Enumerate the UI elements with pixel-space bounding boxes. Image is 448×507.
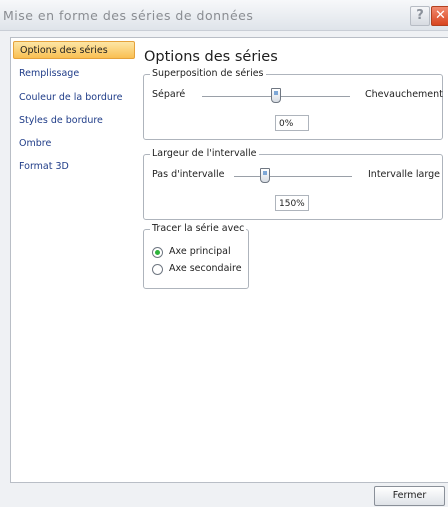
overlap-right-label: Chevauchement (365, 89, 443, 100)
format-series-dialog: Mise en forme des séries de données ? ✕ … (0, 0, 448, 507)
primary-axis-label[interactable]: Axe principal (169, 246, 231, 257)
overlap-group: Superposition de séries Séparé Chevauche… (143, 68, 443, 140)
overlap-left-label: Séparé (152, 89, 186, 100)
plot-on-group: Tracer la série avec Axe principal Axe s… (143, 223, 249, 289)
overlap-label: Superposition de séries (150, 68, 266, 79)
nav-item-options-des-series[interactable]: Options des séries (13, 41, 135, 59)
nav-item-ombre[interactable]: Ombre (13, 135, 135, 153)
gap-left-label: Pas d'intervalle (152, 169, 225, 180)
radio-primary-axis[interactable] (152, 247, 163, 258)
gap-slider-thumb[interactable] (260, 168, 270, 183)
close-button[interactable]: Fermer (374, 486, 445, 506)
overlap-value-input[interactable]: 0% (275, 115, 309, 131)
title-bar: Mise en forme des séries de données ? ✕ (0, 0, 448, 31)
nav-item-format-3d[interactable]: Format 3D (13, 158, 135, 176)
radio-secondary-axis[interactable] (152, 264, 163, 275)
page-title: Options des séries (144, 49, 278, 65)
nav-item-remplissage[interactable]: Remplissage (13, 65, 135, 83)
secondary-axis-label[interactable]: Axe secondaire (169, 263, 242, 274)
plot-on-label: Tracer la série avec (150, 223, 247, 234)
gap-value-input[interactable]: 150% (275, 195, 309, 211)
gap-right-label: Intervalle large (368, 169, 440, 180)
gap-width-group: Largeur de l'intervalle Pas d'intervalle… (143, 148, 443, 220)
gap-width-label: Largeur de l'intervalle (150, 148, 259, 159)
gap-slider-track[interactable] (234, 176, 352, 177)
category-nav: Options des séries Remplissage Couleur d… (10, 37, 138, 483)
close-icon[interactable]: ✕ (431, 6, 448, 26)
nav-item-couleur-bordure[interactable]: Couleur de la bordure (13, 89, 135, 107)
nav-item-styles-bordure[interactable]: Styles de bordure (13, 112, 135, 130)
options-panel: Options des séries Superposition de séri… (137, 37, 448, 483)
help-icon[interactable]: ? (410, 6, 430, 26)
dialog-title: Mise en forme des séries de données (3, 8, 254, 23)
overlap-slider-thumb[interactable] (271, 88, 281, 103)
